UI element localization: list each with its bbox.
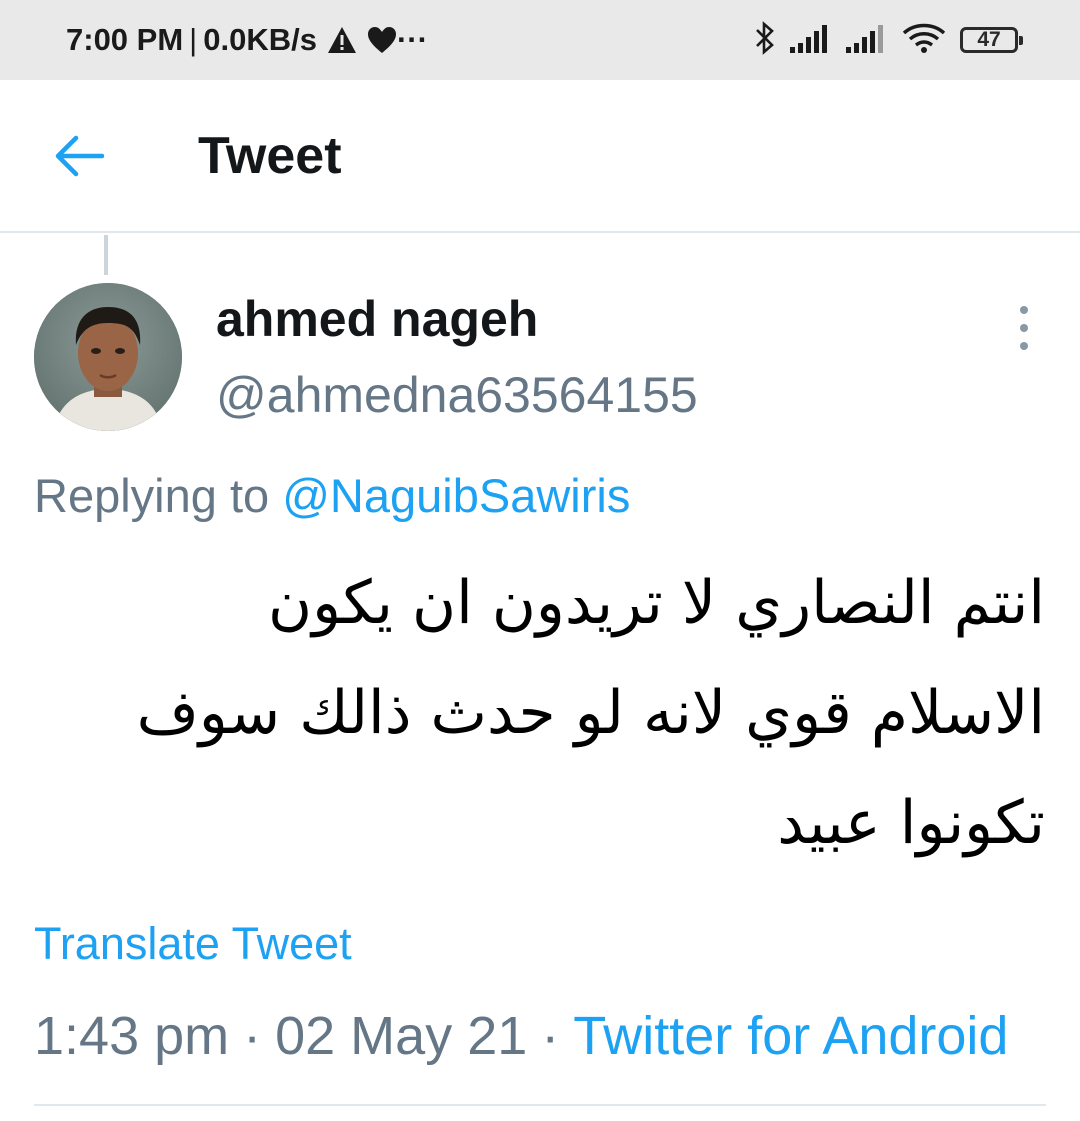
- network-speed: 0.0KB/s: [203, 22, 317, 57]
- battery-level: 47: [977, 28, 1001, 51]
- meta-separator: ·: [243, 1006, 262, 1066]
- replying-prefix: Replying to: [34, 469, 270, 522]
- more-options-icon[interactable]: [1004, 306, 1044, 350]
- arrow-left-icon: [52, 134, 105, 182]
- more-notifications: ···: [396, 22, 428, 57]
- tweet-date: 02 May 21: [275, 1006, 528, 1066]
- tweet-meta: 1:43 pm · 02 May 21 · Twitter for Android: [34, 1005, 1008, 1067]
- tweet-text: انتم النصاري لا تريدون ان يكون الاسلام ق…: [136, 568, 1045, 858]
- top-app-bar: Tweet: [0, 80, 1080, 233]
- wifi-icon: [902, 22, 946, 58]
- status-right: 47: [754, 0, 1023, 80]
- signal-icon: [790, 23, 832, 57]
- status-bar: 7:00 PM | 0.0KB/s ··· 47: [0, 0, 1080, 80]
- user-handle[interactable]: @ahmedna63564155: [216, 366, 698, 424]
- more-dot: [1020, 342, 1028, 350]
- page-title: Tweet: [198, 127, 342, 185]
- status-left: 7:00 PM | 0.0KB/s ···: [66, 0, 428, 80]
- tweet-time: 1:43 pm: [34, 1006, 230, 1066]
- battery-icon: 47: [960, 27, 1023, 53]
- signal-icon: [846, 23, 888, 57]
- status-separator: |: [189, 22, 198, 57]
- replying-to: Replying to @NaguibSawiris: [34, 468, 630, 523]
- thread-connector: [104, 235, 108, 275]
- more-dot: [1020, 324, 1028, 332]
- more-dot: [1020, 306, 1028, 314]
- back-button[interactable]: [46, 130, 110, 186]
- heart-icon: [367, 26, 397, 54]
- status-time: 7:00 PM: [66, 22, 184, 57]
- translate-tweet-link[interactable]: Translate Tweet: [34, 918, 352, 970]
- tweet-source-link[interactable]: Twitter for Android: [573, 1006, 1008, 1066]
- meta-separator: ·: [541, 1006, 560, 1066]
- divider: [34, 1104, 1046, 1106]
- replying-to-link[interactable]: @NaguibSawiris: [282, 469, 630, 522]
- warning-icon: [327, 26, 357, 54]
- display-name[interactable]: ahmed nageh: [216, 290, 538, 348]
- bluetooth-icon: [754, 21, 776, 59]
- avatar[interactable]: [34, 283, 182, 431]
